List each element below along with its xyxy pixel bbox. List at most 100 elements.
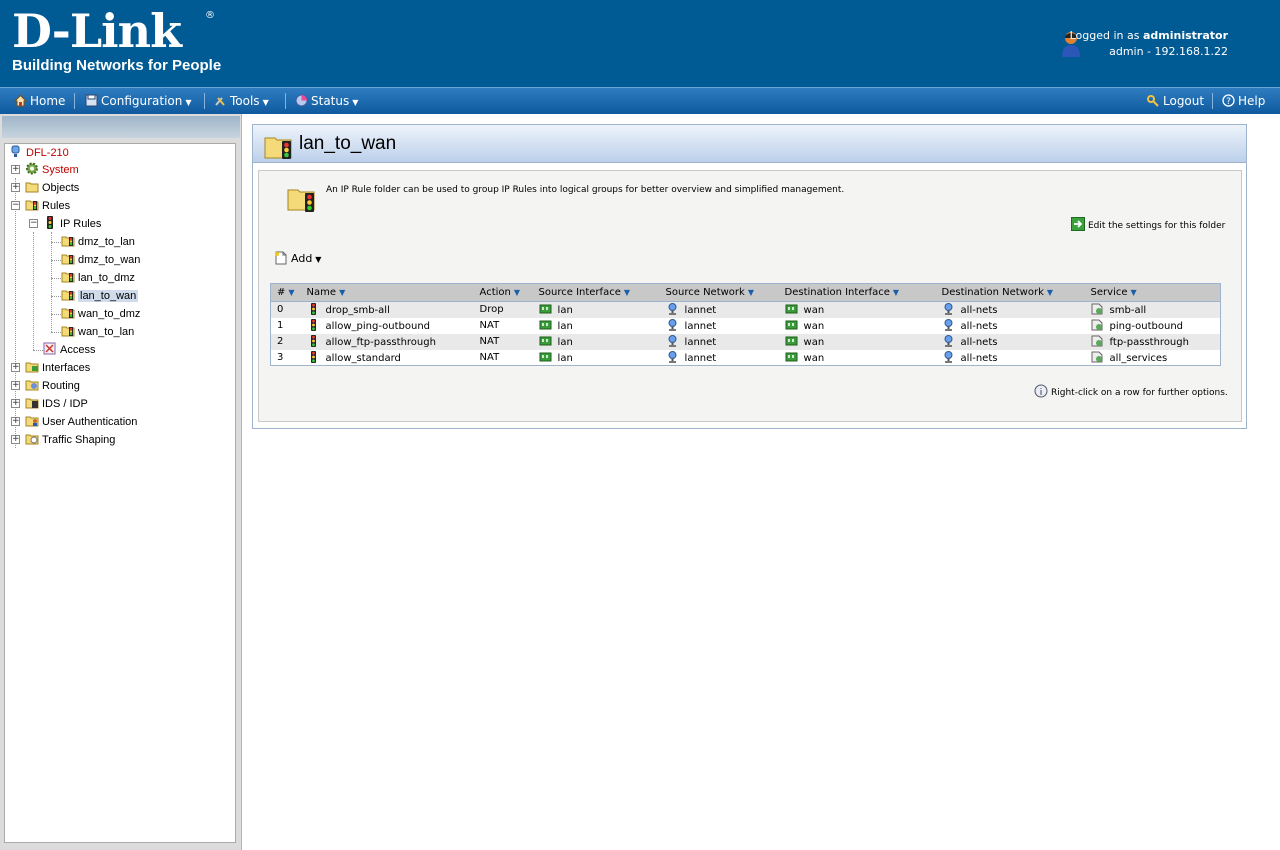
tree-item-label: Rules bbox=[42, 200, 71, 212]
rule-folder-icon bbox=[61, 236, 75, 247]
table-row[interactable]: 0 drop_smb-all Drop lan lannet wan all-nets smb… bbox=[270, 301, 1221, 318]
tree-folder-label: wan_to_lan bbox=[78, 326, 135, 338]
collapse-icon[interactable]: − bbox=[11, 201, 20, 210]
menu-configuration[interactable]: Configuration ▼ bbox=[85, 88, 192, 114]
table-cell: lan bbox=[532, 349, 660, 366]
column-header-label: Name bbox=[306, 287, 337, 298]
tree-folder-dmz-to-lan[interactable]: dmz_to_lan bbox=[61, 233, 135, 251]
tree-item-routing[interactable]: Routing bbox=[25, 377, 80, 395]
interface-icon bbox=[539, 320, 552, 330]
rule-folder-icon bbox=[61, 308, 75, 319]
table-row[interactable]: 3 allow_standard NAT lan lannet wan all-nets al… bbox=[270, 349, 1221, 366]
table-cell-text: ftp-passthrough bbox=[1109, 337, 1189, 348]
tree-item-label: Traffic Shaping bbox=[42, 434, 116, 446]
table-cell: wan bbox=[778, 317, 936, 334]
menubar: Home Configuration ▼ Tools ▼ Status ▼ Logou… bbox=[0, 87, 1280, 114]
tree-device[interactable]: DFL-210 bbox=[9, 144, 69, 162]
traffic-light-icon bbox=[47, 216, 53, 229]
expand-icon[interactable]: + bbox=[11, 381, 20, 390]
tree-item-ip-rules[interactable]: IP Rules bbox=[43, 215, 101, 233]
key-icon bbox=[1147, 95, 1159, 107]
table-cell-text: all-nets bbox=[960, 321, 998, 332]
column-header[interactable]: Destination Network ▼ bbox=[935, 283, 1085, 302]
login-info: Logged in as administrator admin - 192.1… bbox=[1070, 28, 1228, 60]
menu-status[interactable]: Status ▼ bbox=[295, 88, 358, 114]
add-button-label: Add bbox=[291, 252, 313, 265]
tree-item-ids-idp[interactable]: IDS / IDP bbox=[25, 395, 88, 413]
table-row[interactable]: 1 allow_ping-outbound NAT lan lannet wan all-n… bbox=[270, 317, 1221, 334]
traffic-shaping-folder-icon bbox=[25, 434, 39, 445]
add-button[interactable]: Add ▼ bbox=[274, 251, 321, 265]
table-cell-text: lannet bbox=[684, 321, 717, 332]
column-header[interactable]: Service ▼ bbox=[1084, 283, 1221, 302]
sort-icon: ▼ bbox=[892, 288, 900, 297]
sidebar-toolbar bbox=[2, 116, 240, 138]
table-cell-text: wan bbox=[803, 321, 825, 332]
tree-item-label: Objects bbox=[42, 182, 80, 194]
table-cell-text: all-nets bbox=[960, 337, 998, 348]
tree-item-access[interactable]: Access bbox=[43, 341, 95, 359]
expand-icon[interactable]: + bbox=[11, 435, 20, 444]
edit-link-label: Edit the settings for this folder bbox=[1088, 221, 1226, 231]
column-header-label: Source Network bbox=[665, 287, 745, 298]
tree-item-user-authentication[interactable]: User Authentication bbox=[25, 413, 137, 431]
network-icon bbox=[668, 319, 677, 331]
column-header-label: Action bbox=[479, 287, 511, 298]
expand-icon[interactable]: + bbox=[11, 165, 20, 174]
column-header[interactable]: Destination Interface ▼ bbox=[778, 283, 936, 302]
rule-folder-icon bbox=[61, 272, 75, 283]
tree-item-objects[interactable]: Objects bbox=[25, 179, 79, 197]
user-auth-folder-icon bbox=[25, 416, 39, 427]
tree-item-traffic-shaping[interactable]: Traffic Shaping bbox=[25, 431, 115, 449]
menu-help[interactable]: ? Help bbox=[1222, 88, 1265, 114]
tree-folder-dmz-to-wan[interactable]: dmz_to_wan bbox=[61, 251, 140, 269]
tree-item-rules[interactable]: Rules bbox=[25, 197, 70, 215]
traffic-light-icon bbox=[310, 335, 316, 347]
expand-icon[interactable]: + bbox=[11, 183, 20, 192]
tree-item-label: IDS / IDP bbox=[42, 398, 88, 410]
tree-item-label: Access bbox=[60, 344, 96, 356]
table-cell: wan bbox=[778, 349, 936, 366]
table-cell-text: all-nets bbox=[960, 352, 998, 364]
tree-item-interfaces[interactable]: Interfaces bbox=[25, 359, 90, 377]
menu-logout[interactable]: Logout bbox=[1147, 88, 1204, 114]
menu-separator bbox=[285, 93, 286, 109]
column-header[interactable]: # ▼ bbox=[270, 283, 301, 302]
tree-folder-label: dmz_to_wan bbox=[78, 254, 141, 266]
menu-tools[interactable]: Tools ▼ bbox=[214, 88, 269, 114]
status-icon bbox=[295, 94, 308, 107]
table-cell-text: allow_ping-outbound bbox=[325, 321, 430, 332]
expand-icon[interactable]: + bbox=[11, 417, 20, 426]
traffic-light-icon bbox=[310, 319, 316, 331]
folder-description: An IP Rule folder can be used to group I… bbox=[326, 185, 845, 195]
column-header[interactable]: Name ▼ bbox=[300, 283, 474, 302]
table-cell: 2 bbox=[270, 333, 301, 350]
table-row[interactable]: 2 allow_ftp-passthrough NAT lan lannet wan all… bbox=[270, 333, 1221, 350]
column-header[interactable]: Action ▼ bbox=[473, 283, 533, 302]
sort-icon: ▼ bbox=[1130, 288, 1137, 297]
table-cell: 0 bbox=[270, 301, 301, 318]
menu-home[interactable]: Home bbox=[14, 88, 65, 114]
tree-folder-wan-to-dmz[interactable]: wan_to_dmz bbox=[61, 305, 140, 323]
rule-folder-icon bbox=[61, 290, 75, 301]
table-cell: 3 bbox=[270, 349, 301, 366]
tree-folder-wan-to-lan[interactable]: wan_to_lan bbox=[61, 323, 134, 341]
page-title: lan_to_wan bbox=[299, 133, 397, 154]
column-header[interactable]: Source Interface ▼ bbox=[532, 283, 660, 302]
right-click-hint: i Right-click on a row for further option… bbox=[1034, 384, 1228, 398]
tree-item-system[interactable]: System bbox=[25, 161, 79, 179]
collapse-icon[interactable]: − bbox=[29, 219, 38, 228]
table-cell: Drop bbox=[473, 301, 533, 318]
expand-icon[interactable]: + bbox=[11, 363, 20, 372]
table-cell: lannet bbox=[659, 317, 779, 334]
table-cell-text: lan bbox=[557, 352, 573, 364]
expand-icon[interactable]: + bbox=[11, 399, 20, 408]
column-header-label: Destination Network bbox=[941, 287, 1044, 298]
tree-folder-lan-to-wan[interactable]: lan_to_wan bbox=[61, 287, 139, 305]
tree-folder-label: dmz_to_lan bbox=[78, 236, 135, 248]
column-header[interactable]: Source Network ▼ bbox=[659, 283, 779, 302]
gear-icon bbox=[26, 162, 38, 175]
tree-folder-lan-to-dmz[interactable]: lan_to_dmz bbox=[61, 269, 135, 287]
edit-folder-settings-link[interactable]: Edit the settings for this folder bbox=[1071, 217, 1225, 231]
tree-line bbox=[51, 296, 61, 297]
